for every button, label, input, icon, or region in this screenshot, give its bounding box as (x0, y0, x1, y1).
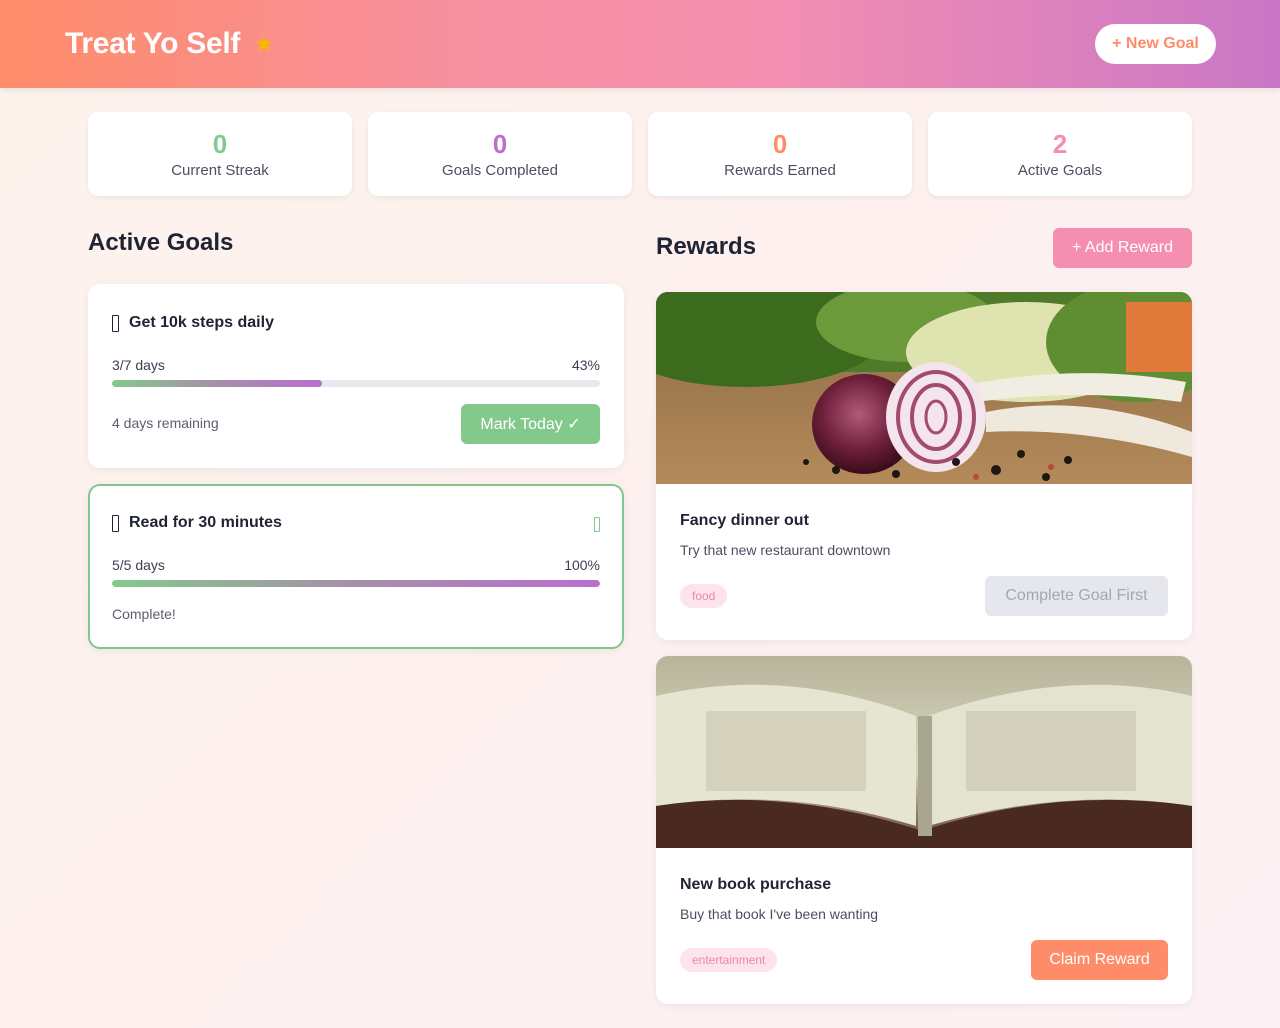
reward-card: Fancy dinner out Try that new restaurant… (656, 292, 1192, 640)
progress-percent: 43% (571, 357, 600, 373)
reward-title: New book purchase (680, 876, 832, 893)
stat-label: Goals Completed (442, 162, 558, 179)
new-goal-button[interactable]: + New Goal (1095, 24, 1216, 64)
stat-value: 0 (212, 129, 228, 159)
goal-header: Read for 30 minutes (112, 514, 282, 532)
stat-value: 2 (1052, 129, 1068, 159)
progress-fill (112, 380, 322, 387)
reward-tag: food (680, 584, 728, 608)
goal-card-complete: Read for 30 minutes 5/5 days 100% Comple… (88, 484, 624, 649)
complete-goal-first-button[interactable]: Complete Goal First (985, 576, 1168, 616)
stat-value: 0 (772, 129, 788, 159)
mark-today-button[interactable]: Mark Today ✓ (461, 404, 600, 444)
stat-label: Active Goals (1017, 162, 1103, 179)
stat-value: 0 (492, 129, 508, 159)
star-icon (255, 35, 273, 52)
onion-vegetables-image (656, 292, 1192, 484)
claim-reward-button[interactable]: Claim Reward (1031, 940, 1168, 980)
progress-bar (112, 380, 600, 387)
checkbox-icon[interactable] (112, 314, 119, 332)
stat-current-streak: 0 Current Streak (88, 112, 352, 196)
reward-tag: entertainment (680, 948, 778, 972)
app-title: Treat Yo Self (65, 27, 241, 60)
progress-days: 3/7 days (112, 357, 165, 373)
rewards-heading: Rewards (656, 233, 757, 260)
reward-title: Fancy dinner out (680, 512, 809, 529)
brand: Treat Yo Self (65, 24, 274, 64)
active-goals-heading: Active Goals (88, 229, 234, 256)
open-book-image (656, 656, 1192, 848)
stat-label: Current Streak (171, 162, 269, 179)
progress-fill (112, 580, 600, 587)
progress-bar (112, 580, 600, 587)
days-remaining: 4 days remaining (112, 415, 219, 431)
stat-label: Rewards Earned (724, 162, 836, 179)
reward-description: Try that new restaurant downtown (680, 542, 891, 558)
goal-header: Get 10k steps daily (112, 314, 274, 332)
app-header: Treat Yo Self + New Goal (0, 0, 1280, 88)
complete-label: Complete! (112, 606, 176, 622)
stat-goals-completed: 0 Goals Completed (368, 112, 632, 196)
add-reward-button[interactable]: + Add Reward (1053, 228, 1192, 268)
reward-card: New book purchase Buy that book I've bee… (656, 656, 1192, 1004)
progress-meta: 5/5 days 100% (112, 557, 600, 573)
complete-check-icon (594, 517, 600, 532)
stat-rewards-earned: 0 Rewards Earned (648, 112, 912, 196)
checkbox-icon[interactable] (112, 514, 119, 532)
stat-active-goals: 2 Active Goals (928, 112, 1192, 196)
goal-card: Get 10k steps daily 3/7 days 43% 4 days … (88, 284, 624, 468)
goal-title: Get 10k steps daily (129, 314, 274, 331)
progress-days: 5/5 days (112, 557, 165, 573)
progress-meta: 3/7 days 43% (112, 357, 600, 373)
reward-description: Buy that book I've been wanting (680, 906, 879, 922)
progress-percent: 100% (564, 557, 600, 573)
goal-title: Read for 30 minutes (129, 514, 282, 531)
